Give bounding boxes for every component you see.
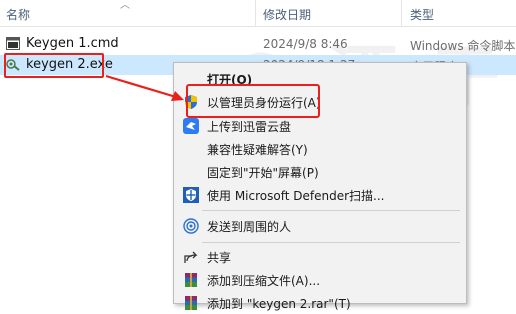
- menu-item-upload-xunlei[interactable]: 上传到迅雷云盘: [174, 115, 466, 137]
- file-name[interactable]: Keygen 1.cmd: [26, 36, 119, 51]
- sort-up-icon: ︿: [120, 0, 130, 11]
- column-type[interactable]: 类型: [410, 6, 434, 23]
- admin-highlight-box: [186, 84, 320, 118]
- column-date[interactable]: 修改日期: [263, 6, 311, 23]
- share-icon: [184, 251, 198, 263]
- menu-item-add-archive[interactable]: 添加到压缩文件(A)...: [174, 269, 466, 291]
- winrar-icon: [185, 296, 197, 310]
- defender-shield-icon: [183, 187, 199, 203]
- menu-item-label: 共享: [207, 251, 232, 265]
- menu-item-label: 兼容性疑难解答(Y): [207, 143, 308, 157]
- file-type: Windows 命令脚本: [410, 39, 516, 53]
- file-highlight-box: [4, 53, 104, 78]
- nearby-share-icon: [183, 218, 199, 234]
- menu-item-compat[interactable]: 兼容性疑难解答(Y): [174, 138, 466, 160]
- menu-item-label: 发送到周围的人: [207, 220, 292, 234]
- menu-separator: [202, 210, 460, 211]
- menu-item-label: 使用 Microsoft Defender扫描...: [207, 189, 385, 203]
- menu-item-label: 添加到压缩文件(A)...: [207, 274, 321, 288]
- file-row[interactable]: Keygen 1.cmd 2024/9/8 8:46 Windows 命令脚本: [0, 34, 516, 54]
- menu-item-defender[interactable]: 使用 Microsoft Defender扫描...: [174, 184, 466, 206]
- cmd-file-icon: [6, 37, 20, 50]
- xunlei-bird-icon: [183, 118, 199, 134]
- menu-separator: [202, 242, 460, 243]
- column-name[interactable]: 名称: [6, 6, 30, 23]
- winrar-icon: [185, 273, 197, 287]
- menu-item-label: 上传到迅雷云盘: [207, 120, 292, 134]
- menu-item-label: 固定到"开始"屏幕(P): [207, 166, 319, 180]
- file-date: 2024/9/8 8:46: [263, 37, 348, 51]
- menu-item-share[interactable]: 共享: [174, 246, 466, 268]
- menu-item-add-archive-rar[interactable]: 添加到 "keygen 2.rar"(T): [174, 292, 466, 314]
- menu-item-send-nearby[interactable]: 发送到周围的人: [174, 215, 466, 237]
- menu-item-label: 添加到 "keygen 2.rar"(T): [207, 297, 351, 311]
- menu-item-pin-start[interactable]: 固定到"开始"屏幕(P): [174, 161, 466, 183]
